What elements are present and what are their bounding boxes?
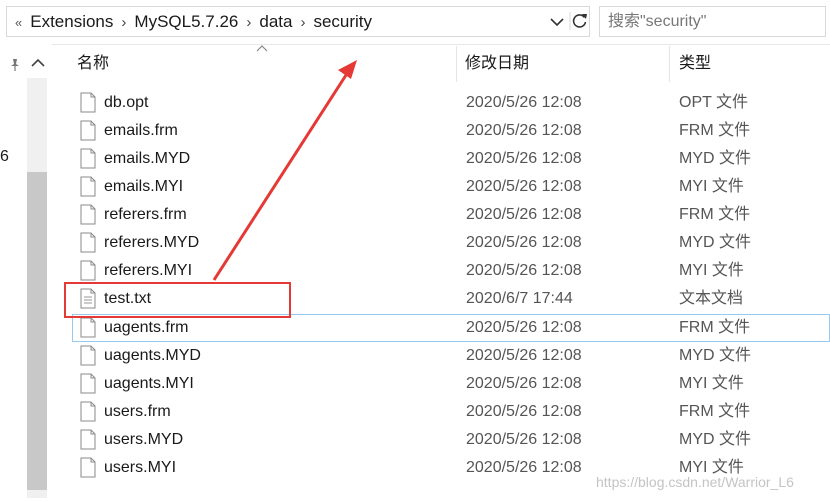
file-name: uagents.MYD [104, 347, 201, 364]
file-name: users.MYI [104, 459, 177, 476]
file-icon [80, 345, 96, 366]
address-bar[interactable]: « Extensions › MySQL5.7.26 › data › security [6, 6, 590, 37]
file-icon [80, 260, 96, 281]
file-icon [80, 204, 96, 225]
breadcrumb-data[interactable]: data [259, 12, 292, 31]
breadcrumb-separator-icon[interactable]: › [300, 8, 305, 37]
search-input[interactable] [608, 8, 818, 35]
file-name: referers.MYD [104, 234, 200, 251]
file-type: FRM 文件 [679, 122, 751, 139]
file-date: 2020/5/26 12:08 [466, 178, 582, 195]
file-icon [80, 148, 96, 169]
file-row[interactable]: uagents.MYI 2020/5/26 12:08 MYI 文件 [0, 370, 830, 398]
file-row[interactable]: referers.MYD 2020/5/26 12:08 MYD 文件 [0, 229, 830, 257]
file-icon [80, 176, 96, 197]
highlight-box [64, 282, 291, 318]
breadcrumb-separator-icon[interactable]: › [246, 8, 251, 37]
address-bar-region: « Extensions › MySQL5.7.26 › data › security [0, 0, 830, 45]
file-type: MYD 文件 [679, 347, 752, 364]
file-icon [80, 373, 96, 394]
pin-icon[interactable] [8, 58, 22, 72]
file-date: 2020/5/26 12:08 [466, 262, 582, 279]
file-name: uagents.frm [104, 319, 189, 336]
file-type: OPT 文件 [679, 94, 749, 111]
file-name: users.MYD [104, 431, 184, 448]
file-row[interactable]: emails.MYI 2020/5/26 12:08 MYI 文件 [0, 173, 830, 201]
breadcrumb: « Extensions › MySQL5.7.26 › data › security [15, 7, 372, 36]
refresh-icon[interactable] [569, 10, 591, 32]
file-type: MYI 文件 [679, 375, 744, 392]
file-date: 2020/5/26 12:08 [466, 431, 582, 448]
file-date: 2020/5/26 12:08 [466, 347, 582, 364]
file-row[interactable]: referers.MYI 2020/5/26 12:08 MYI 文件 [0, 257, 830, 285]
file-type: MYD 文件 [679, 234, 752, 251]
column-divider[interactable] [669, 46, 670, 82]
file-date: 2020/5/26 12:08 [466, 403, 582, 420]
file-name: emails.MYD [104, 150, 191, 167]
column-divider[interactable] [456, 46, 457, 82]
file-icon [80, 232, 96, 253]
file-row[interactable]: emails.frm 2020/5/26 12:08 FRM 文件 [0, 117, 830, 145]
overflow-chevron-icon[interactable]: « [15, 15, 22, 30]
file-name: referers.frm [104, 206, 187, 223]
breadcrumb-extensions[interactable]: Extensions [30, 12, 113, 31]
file-date: 2020/5/26 12:08 [466, 206, 582, 223]
file-type: MYI 文件 [679, 178, 744, 195]
file-name: uagents.MYI [104, 375, 194, 392]
file-type: FRM 文件 [679, 403, 751, 420]
column-header-date[interactable]: 修改日期 [465, 46, 529, 82]
column-header-type[interactable]: 类型 [679, 46, 711, 82]
column-header-name[interactable]: 名称 [77, 46, 109, 82]
scroll-up-icon[interactable] [30, 56, 46, 70]
file-name: emails.MYI [104, 178, 184, 195]
file-icon [80, 401, 96, 422]
file-row[interactable]: uagents.MYD 2020/5/26 12:08 MYD 文件 [0, 342, 830, 370]
chevron-down-icon[interactable] [547, 12, 567, 32]
file-date: 2020/5/26 12:08 [466, 122, 582, 139]
file-icon [80, 429, 96, 450]
file-name: db.opt [104, 94, 149, 111]
file-date: 2020/5/26 12:08 [466, 234, 582, 251]
file-type: MYD 文件 [679, 150, 752, 167]
file-date: 2020/5/26 12:08 [466, 150, 582, 167]
file-type: FRM 文件 [679, 319, 751, 336]
file-type: 文本文档 [679, 290, 744, 307]
file-icon [80, 457, 96, 478]
breadcrumb-security[interactable]: security [313, 12, 372, 31]
file-name: referers.MYI [104, 262, 193, 279]
file-row[interactable]: emails.MYD 2020/5/26 12:08 MYD 文件 [0, 145, 830, 173]
file-row[interactable]: referers.frm 2020/5/26 12:08 FRM 文件 [0, 201, 830, 229]
file-type: FRM 文件 [679, 206, 751, 223]
file-name: users.frm [104, 403, 171, 420]
file-date: 2020/5/26 12:08 [466, 375, 582, 392]
file-row[interactable]: db.opt 2020/5/26 12:08 OPT 文件 [0, 89, 830, 117]
file-type: MYD 文件 [679, 431, 752, 448]
search-box[interactable] [599, 6, 826, 37]
file-icon [80, 317, 96, 338]
watermark: https://blog.csdn.net/Warrior_L6 [596, 474, 794, 490]
file-date: 2020/5/26 12:08 [466, 94, 582, 111]
file-type: MYI 文件 [679, 262, 744, 279]
file-name: emails.frm [104, 122, 178, 139]
sort-ascending-icon [256, 45, 268, 52]
file-icon [80, 92, 96, 113]
file-row-focused[interactable]: uagents.frm 2020/5/26 12:08 FRM 文件 [72, 314, 830, 342]
file-date: 2020/5/26 12:08 [466, 459, 582, 476]
file-row[interactable]: users.MYD 2020/5/26 12:08 MYD 文件 [0, 426, 830, 454]
file-date: 2020/5/26 12:08 [466, 319, 582, 336]
breadcrumb-mysql[interactable]: MySQL5.7.26 [134, 12, 238, 31]
file-icon [80, 120, 96, 141]
breadcrumb-separator-icon[interactable]: › [121, 8, 126, 37]
file-date: 2020/6/7 17:44 [466, 290, 573, 307]
file-row[interactable]: users.frm 2020/5/26 12:08 FRM 文件 [0, 398, 830, 426]
